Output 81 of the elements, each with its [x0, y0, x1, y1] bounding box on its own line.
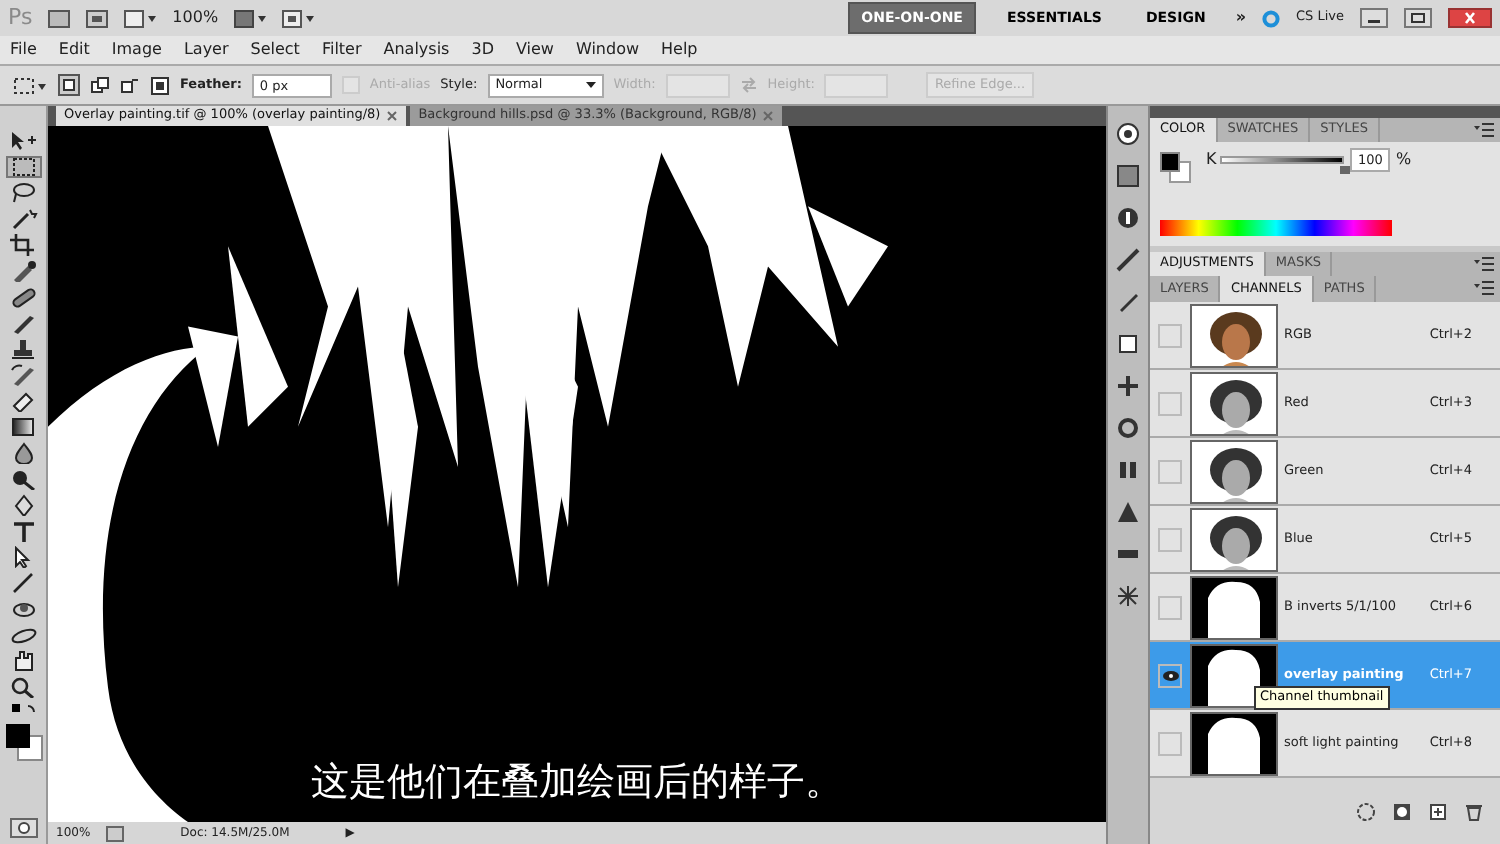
menu-item[interactable]: Window — [575, 38, 640, 62]
panel-menu-icon[interactable] — [1474, 122, 1494, 138]
menu-item[interactable]: Select — [250, 38, 300, 62]
menu-item[interactable]: 3D — [471, 38, 494, 62]
arrange-icon[interactable] — [234, 9, 267, 27]
visibility-toggle[interactable] — [1158, 391, 1182, 415]
new-channel-icon[interactable] — [1428, 801, 1448, 821]
load-selection-icon[interactable] — [1356, 801, 1376, 821]
rotate-3d-icon[interactable] — [7, 598, 39, 620]
bandage-icon[interactable] — [7, 286, 39, 308]
menu-item[interactable]: Image — [111, 38, 162, 62]
panel-icon[interactable] — [1116, 290, 1140, 314]
panel-icon[interactable] — [1116, 122, 1140, 146]
panel-icon[interactable] — [1116, 584, 1140, 608]
save-selection-icon[interactable] — [1392, 801, 1412, 821]
lasso-tool-icon[interactable] — [7, 182, 39, 204]
subtitle: 这是他们在叠加绘画后的样子。 — [309, 757, 845, 807]
slider-thumb[interactable] — [1340, 166, 1350, 174]
mini-bridge-icon[interactable] — [86, 9, 109, 27]
menu-item[interactable]: Analysis — [383, 38, 450, 62]
slider-label: K — [1206, 148, 1217, 172]
menu-item[interactable]: Filter — [321, 38, 362, 62]
gradient-icon[interactable] — [7, 416, 39, 438]
color-spectrum[interactable] — [1160, 220, 1392, 236]
screen-mode-icon[interactable] — [282, 9, 315, 27]
default-colors-icon[interactable] — [7, 702, 39, 718]
history-brush-icon[interactable] — [7, 364, 39, 386]
color-swatches-icon[interactable] — [3, 722, 43, 762]
panel-menu-icon[interactable] — [1474, 280, 1494, 296]
menu-item[interactable]: Help — [661, 38, 698, 62]
visibility-toggle[interactable] — [1158, 663, 1182, 687]
visibility-toggle[interactable] — [1158, 595, 1182, 619]
panel-icon[interactable] — [1116, 416, 1140, 440]
unit-label: % — [1396, 148, 1412, 172]
minimize-icon[interactable] — [1360, 8, 1388, 28]
width-field[interactable] — [665, 73, 730, 97]
bridge-icon[interactable] — [48, 9, 71, 27]
zoom-level[interactable]: 100% — [172, 6, 219, 30]
panel-icon[interactable] — [1116, 332, 1140, 356]
eraser-icon[interactable] — [7, 390, 39, 412]
marquee-tool-icon[interactable] — [7, 156, 39, 178]
dodge-tool-icon[interactable] — [7, 468, 39, 490]
panel-icon[interactable] — [1116, 248, 1140, 272]
view-extras-icon[interactable] — [124, 9, 157, 27]
marquee-icon[interactable] — [12, 73, 48, 97]
restore-icon[interactable] — [1404, 8, 1432, 28]
new-selection-icon[interactable] — [58, 74, 80, 96]
eye-icon — [1161, 669, 1179, 681]
visibility-toggle[interactable] — [1158, 527, 1182, 551]
subtract-selection-icon[interactable] — [120, 75, 140, 95]
orbit-3d-icon[interactable] — [7, 624, 39, 646]
panel-icon[interactable] — [1116, 374, 1140, 398]
color-swatches-icon[interactable] — [1160, 152, 1192, 184]
panel-icon[interactable] — [1116, 206, 1140, 230]
intersect-selection-icon[interactable] — [150, 75, 170, 95]
menu-item[interactable]: Layer — [183, 38, 229, 62]
menu-item[interactable]: View — [515, 38, 554, 62]
close-icon[interactable] — [386, 110, 399, 122]
height-field[interactable] — [824, 73, 889, 97]
preview-icon[interactable] — [106, 825, 125, 841]
quick-mask-icon[interactable] — [9, 818, 37, 838]
zoom-icon[interactable] — [7, 676, 39, 698]
stamp-icon[interactable] — [7, 338, 39, 360]
crop-tool-icon[interactable] — [7, 234, 39, 256]
move-tool-icon[interactable] — [7, 130, 39, 152]
caret-icon — [585, 82, 596, 88]
trash-icon[interactable] — [1464, 801, 1484, 821]
magic-wand-icon[interactable] — [7, 208, 39, 230]
panel-menu-icon[interactable] — [1474, 256, 1494, 272]
more-workspaces-button[interactable]: » — [1235, 6, 1246, 30]
visibility-toggle[interactable] — [1158, 323, 1182, 347]
panel-icon[interactable] — [1116, 164, 1140, 188]
panel-icon[interactable] — [1116, 458, 1140, 482]
app-logo: Ps — [8, 1, 33, 34]
close-icon[interactable] — [1448, 8, 1492, 28]
menu-item[interactable]: Edit — [58, 38, 90, 62]
visibility-toggle[interactable] — [1158, 459, 1182, 483]
panel-icon[interactable] — [1116, 500, 1140, 524]
add-selection-icon[interactable] — [90, 75, 110, 95]
visibility-toggle[interactable] — [1158, 731, 1182, 755]
menu-item[interactable]: File — [10, 38, 37, 62]
